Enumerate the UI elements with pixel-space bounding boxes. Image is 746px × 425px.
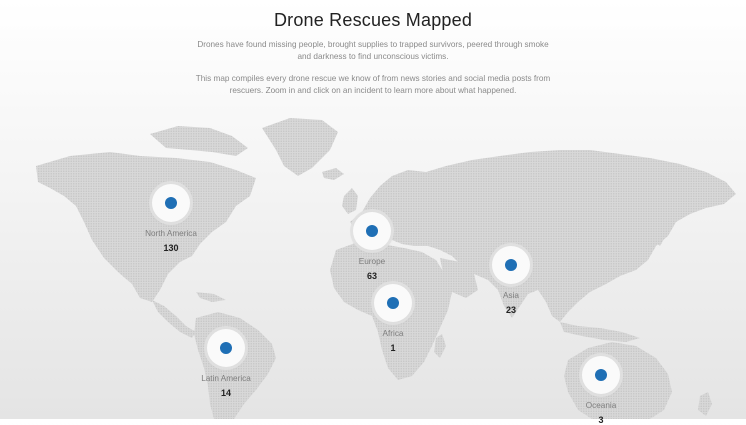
arctic-islands-shape <box>150 126 248 156</box>
marker-dot <box>387 297 399 309</box>
region-name: Europe <box>358 257 386 266</box>
region-marker[interactable] <box>152 184 190 222</box>
iceland-shape <box>322 168 344 180</box>
marker-dot <box>505 259 517 271</box>
region-marker[interactable] <box>353 212 391 250</box>
region-count: 14 <box>220 388 231 398</box>
caribbean-shape <box>196 292 226 302</box>
marker-dot <box>220 342 232 354</box>
region-name: North America <box>145 229 197 238</box>
region-name: Oceania <box>585 401 617 410</box>
region-name: Asia <box>503 291 519 300</box>
region-count: 23 <box>505 305 516 315</box>
region-marker[interactable] <box>582 356 620 394</box>
new-zealand-shape <box>698 392 712 416</box>
central-america-shape <box>152 300 196 338</box>
region-name: Africa <box>382 329 404 338</box>
region-marker[interactable] <box>207 329 245 367</box>
north-america-shape <box>36 152 256 302</box>
region-marker[interactable] <box>374 284 412 322</box>
region-marker[interactable] <box>492 246 530 284</box>
marker-dot <box>165 197 177 209</box>
world-map[interactable] <box>0 0 746 419</box>
region-count: 63 <box>366 271 377 281</box>
uk-shape <box>342 188 358 214</box>
region-name: Latin America <box>201 374 251 383</box>
greenland-shape <box>262 118 338 176</box>
intro-paragraph-2: This map compiles every drone rescue we … <box>195 74 551 95</box>
south-america-shape <box>194 312 276 419</box>
region-count: 3 <box>598 415 604 425</box>
region-count: 1 <box>390 343 396 353</box>
landmasses <box>36 118 736 419</box>
page-title: Drone Rescues Mapped <box>273 10 473 30</box>
region-count: 130 <box>163 243 179 253</box>
marker-dot <box>366 225 378 237</box>
indonesia-shape <box>560 322 640 342</box>
intro-paragraph-1: Drones have found missing people, brough… <box>197 40 549 61</box>
marker-dot <box>595 369 607 381</box>
